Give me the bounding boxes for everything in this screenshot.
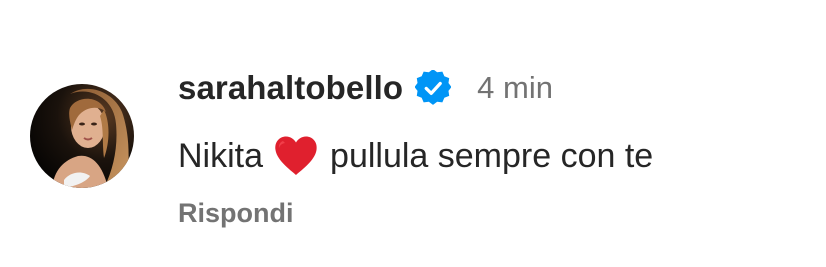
comment-header: sarahaltobello 4 min	[178, 66, 553, 110]
avatar-image	[30, 84, 134, 188]
comment-timestamp: 4 min	[477, 70, 553, 105]
avatar[interactable]	[30, 84, 134, 188]
comment-text: Nikita pullula sempre con te	[178, 132, 653, 180]
reply-button[interactable]: Rispondi	[178, 198, 294, 229]
comment-item: sarahaltobello 4 min Nikita pullula semp…	[0, 0, 826, 267]
verified-badge-icon	[415, 70, 452, 106]
red-heart-icon	[273, 135, 319, 177]
comment-text-end: pullula sempre con te	[330, 136, 654, 175]
comment-text-start: Nikita	[178, 136, 264, 175]
username[interactable]: sarahaltobello	[178, 69, 403, 107]
